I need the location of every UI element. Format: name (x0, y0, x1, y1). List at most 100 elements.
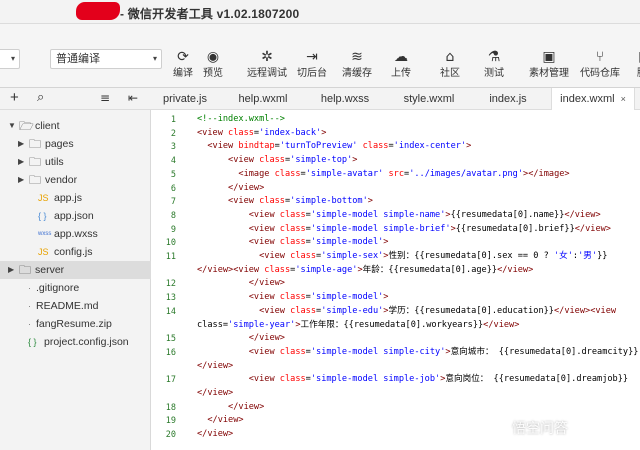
code-line: </view> (228, 182, 265, 193)
json-file-icon: { } (28, 337, 37, 347)
search-icon[interactable]: ⌕ (37, 90, 44, 105)
test-flask-icon: ⚗ (487, 49, 501, 65)
chevron-right-icon[interactable]: ▶ (18, 135, 24, 153)
tree-item-fangresume-zip[interactable]: · fangResume.zip (0, 315, 151, 333)
tab-index-wxml[interactable]: index.wxml × (551, 88, 635, 111)
toolbar-button-label: 切后台 (297, 68, 327, 79)
more-button[interactable]: ▮腾 (622, 47, 640, 85)
close-icon[interactable]: × (621, 94, 626, 104)
tree-item-app-json[interactable]: { } app.json (0, 207, 151, 225)
tree-item-utils[interactable]: ▶ 🗀 utils (0, 153, 151, 171)
file-icon: · (28, 301, 31, 311)
tree-item-label: app.js (54, 192, 83, 204)
community-button[interactable]: ⌂ 社区 (427, 47, 473, 85)
js-file-icon: JS (38, 193, 49, 203)
line-number: 18 (165, 402, 176, 413)
tab-style-wxml[interactable]: style.wxml (393, 88, 465, 110)
toolbar-button-label: 代码仓库 (580, 68, 620, 79)
tab-label: help.wxml (238, 93, 288, 105)
code-repository-button[interactable]: ⑂ 代码仓库 (572, 47, 628, 85)
chevron-right-icon[interactable]: ▶ (8, 261, 14, 279)
tab-label: style.wxml (403, 93, 455, 105)
js-file-icon: JS (38, 247, 49, 257)
code-line: <view class='simple-top'> (228, 155, 358, 166)
tab-private-js[interactable]: private.js (155, 88, 215, 110)
toolbar-button-label: 清缓存 (342, 68, 372, 79)
toolbar-button-label: 素材管理 (529, 68, 569, 79)
tree-item-project-config-json[interactable]: { } project.config.json (0, 333, 151, 351)
material-manage-button[interactable]: ▣ 素材管理 (522, 47, 576, 85)
tree-item-app-js[interactable]: JS app.js (0, 189, 151, 207)
layers-button[interactable]: ≋ 清缓存 (334, 47, 380, 85)
layers-icon: ≋ (351, 49, 363, 65)
toolbar-button-label: 上传 (391, 68, 411, 79)
menu-icon[interactable]: ≡ (100, 91, 110, 105)
upload-cloud-icon: ☁ (394, 49, 408, 65)
file-icon: · (28, 283, 31, 293)
code-line: class='simple-year'>工作年限：{{resumedata[0]… (197, 319, 520, 330)
folder-icon: 🗀 (29, 155, 42, 169)
code-line: <view class='simple-bottom'> (228, 196, 373, 207)
code-line: </view> (248, 278, 285, 289)
tree-item-app-wxss[interactable]: wxss app.wxss (0, 225, 151, 243)
tab-index-js[interactable]: index.js (479, 88, 537, 110)
tree-item-label: config.js (54, 246, 93, 258)
eye-button[interactable]: ◉ 预览 (190, 47, 236, 85)
tree-item-config-js[interactable]: JS config.js (0, 243, 151, 261)
chevron-down-icon: ▾ (152, 54, 157, 63)
title-bar: - 微信开发者工具 v1.02.1807200 (0, 0, 640, 24)
switch-background-icon: ⇥ (306, 49, 318, 65)
tree-item-label: pages (45, 138, 74, 150)
code-line: </view> (228, 401, 265, 412)
tree-item-gitignore[interactable]: · .gitignore (0, 279, 151, 297)
test-flask-button[interactable]: ⚗ 测试 (471, 47, 517, 85)
file-tree: ▼ 🗁 client ▶ 🗀 pages ▶ 🗀 utils ▶ 🗀 vendor JS app.js{ … (0, 110, 151, 450)
line-number: 7 (170, 197, 176, 208)
tree-item-vendor[interactable]: ▶ 🗀 vendor (0, 171, 151, 189)
code-line: <view class='simple-edu'>学历：{{resumedata… (259, 305, 617, 316)
tree-item-pages[interactable]: ▶ 🗀 pages (0, 135, 151, 153)
compile-mode-select[interactable]: 普通编译 ▾ (50, 49, 162, 69)
tree-item-server[interactable]: ▶ 🗀 server (0, 261, 151, 279)
code-line: <!--index.wxml--> (197, 114, 285, 124)
line-number: 16 (165, 347, 176, 358)
folder-icon: 🗀 (29, 173, 42, 187)
code-line: <view class='simple-model simple-name'>{… (248, 209, 601, 220)
upload-cloud-button[interactable]: ☁ 上传 (378, 47, 424, 85)
line-number: 15 (165, 334, 176, 345)
tab-label: private.js (162, 93, 208, 105)
code-line: <view class='simple-sex'>性别：{{resumedata… (259, 251, 608, 261)
line-number: 11 (165, 252, 176, 262)
tree-item-client[interactable]: ▼ 🗁 client (0, 117, 151, 135)
tab-help-wxss[interactable]: help.wxss (311, 88, 379, 110)
line-number: 2 (170, 128, 176, 139)
code-line: <view class='simple-model'> (248, 292, 389, 303)
tree-item-label: fangResume.zip (36, 318, 112, 330)
chevron-right-icon[interactable]: ▶ (18, 171, 24, 189)
bug-button[interactable]: ✲ 远程调试 (239, 47, 295, 85)
line-number: 10 (165, 238, 176, 249)
code-line: </view> (197, 388, 234, 398)
device-select[interactable]: ▾ (0, 49, 20, 69)
tree-item-label: project.config.json (44, 336, 129, 348)
switch-background-button[interactable]: ⇥ 切后台 (289, 47, 335, 85)
collapse-panel-icon[interactable]: ⇤ (128, 91, 138, 105)
tab-help-wxml[interactable]: help.wxml (229, 88, 297, 110)
add-file-icon[interactable]: + (10, 89, 19, 106)
toolbar-button-label: 预览 (203, 68, 223, 79)
tree-item-readme-md[interactable]: · README.md (0, 297, 151, 315)
line-number: 12 (165, 279, 176, 290)
redacted-name-mark (76, 2, 120, 20)
watermark-text: 悟空问答 (512, 420, 568, 436)
folder-icon: 🗀 (29, 137, 42, 151)
bug-icon: ✲ (261, 49, 273, 65)
toolbar-button-label: 测试 (484, 68, 504, 79)
editor-tabs: private.js help.wxml help.wxss style.wxml in… (151, 88, 640, 111)
chevron-down-icon[interactable]: ▼ (8, 117, 16, 135)
window-title: - 微信开发者工具 v1.02.1807200 (120, 7, 300, 21)
eye-icon: ◉ (206, 49, 220, 65)
line-number: 1 (170, 115, 176, 125)
code-editor[interactable]: 1 2 3 4 5 6 7 8 9 10 11 12 13 14 15 16 17 18 19 20 <!--inde… (151, 110, 640, 450)
material-manage-icon: ▣ (542, 49, 556, 65)
chevron-right-icon[interactable]: ▶ (18, 153, 24, 171)
